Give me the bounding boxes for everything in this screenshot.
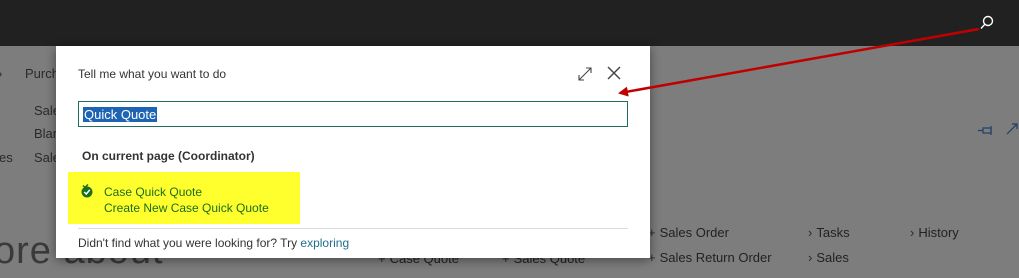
dialog-title: Tell me what you want to do xyxy=(78,67,227,81)
dialog-footer: Didn't find what you were looking for? T… xyxy=(78,236,349,250)
chevron-right-icon: › xyxy=(910,225,915,240)
task-check-icon xyxy=(81,184,93,198)
link-sales-order[interactable]: + Sales Order xyxy=(648,225,729,240)
divider xyxy=(78,228,628,229)
close-icon[interactable] xyxy=(606,65,622,81)
link-history[interactable]: › History xyxy=(910,225,959,240)
pin-icon[interactable] xyxy=(978,125,994,137)
result-subtitle: Create New Case Quick Quote xyxy=(104,201,269,215)
chevron-right-icon: › xyxy=(808,250,813,265)
expand-icon[interactable] xyxy=(1005,122,1019,136)
top-bar xyxy=(0,0,1019,46)
result-title: Case Quick Quote xyxy=(104,185,203,199)
search-result-item[interactable]: Case Quick Quote Create New Case Quick Q… xyxy=(68,172,300,224)
explore-link[interactable]: exploring xyxy=(300,236,349,250)
search-input[interactable]: Quick Quote xyxy=(78,101,628,127)
expand-icon[interactable] xyxy=(577,66,593,82)
link-tasks[interactable]: › Tasks xyxy=(808,225,850,240)
nav-purchase[interactable]: Purch xyxy=(25,66,59,81)
link-sales-return-order[interactable]: + Sales Return Order xyxy=(648,250,772,265)
search-input-value: Quick Quote xyxy=(83,107,158,122)
search-icon[interactable] xyxy=(978,14,996,32)
tell-me-dialog: Tell me what you want to do Quick Quote … xyxy=(56,46,650,258)
link-sales[interactable]: › Sales xyxy=(808,250,849,265)
chevron-right-icon: › xyxy=(808,225,813,240)
footer-text: Didn't find what you were looking for? T… xyxy=(78,236,298,250)
nav-left-edge: es xyxy=(0,150,13,165)
nav-chevron: › xyxy=(0,66,2,81)
section-heading: On current page (Coordinator) xyxy=(82,149,255,163)
